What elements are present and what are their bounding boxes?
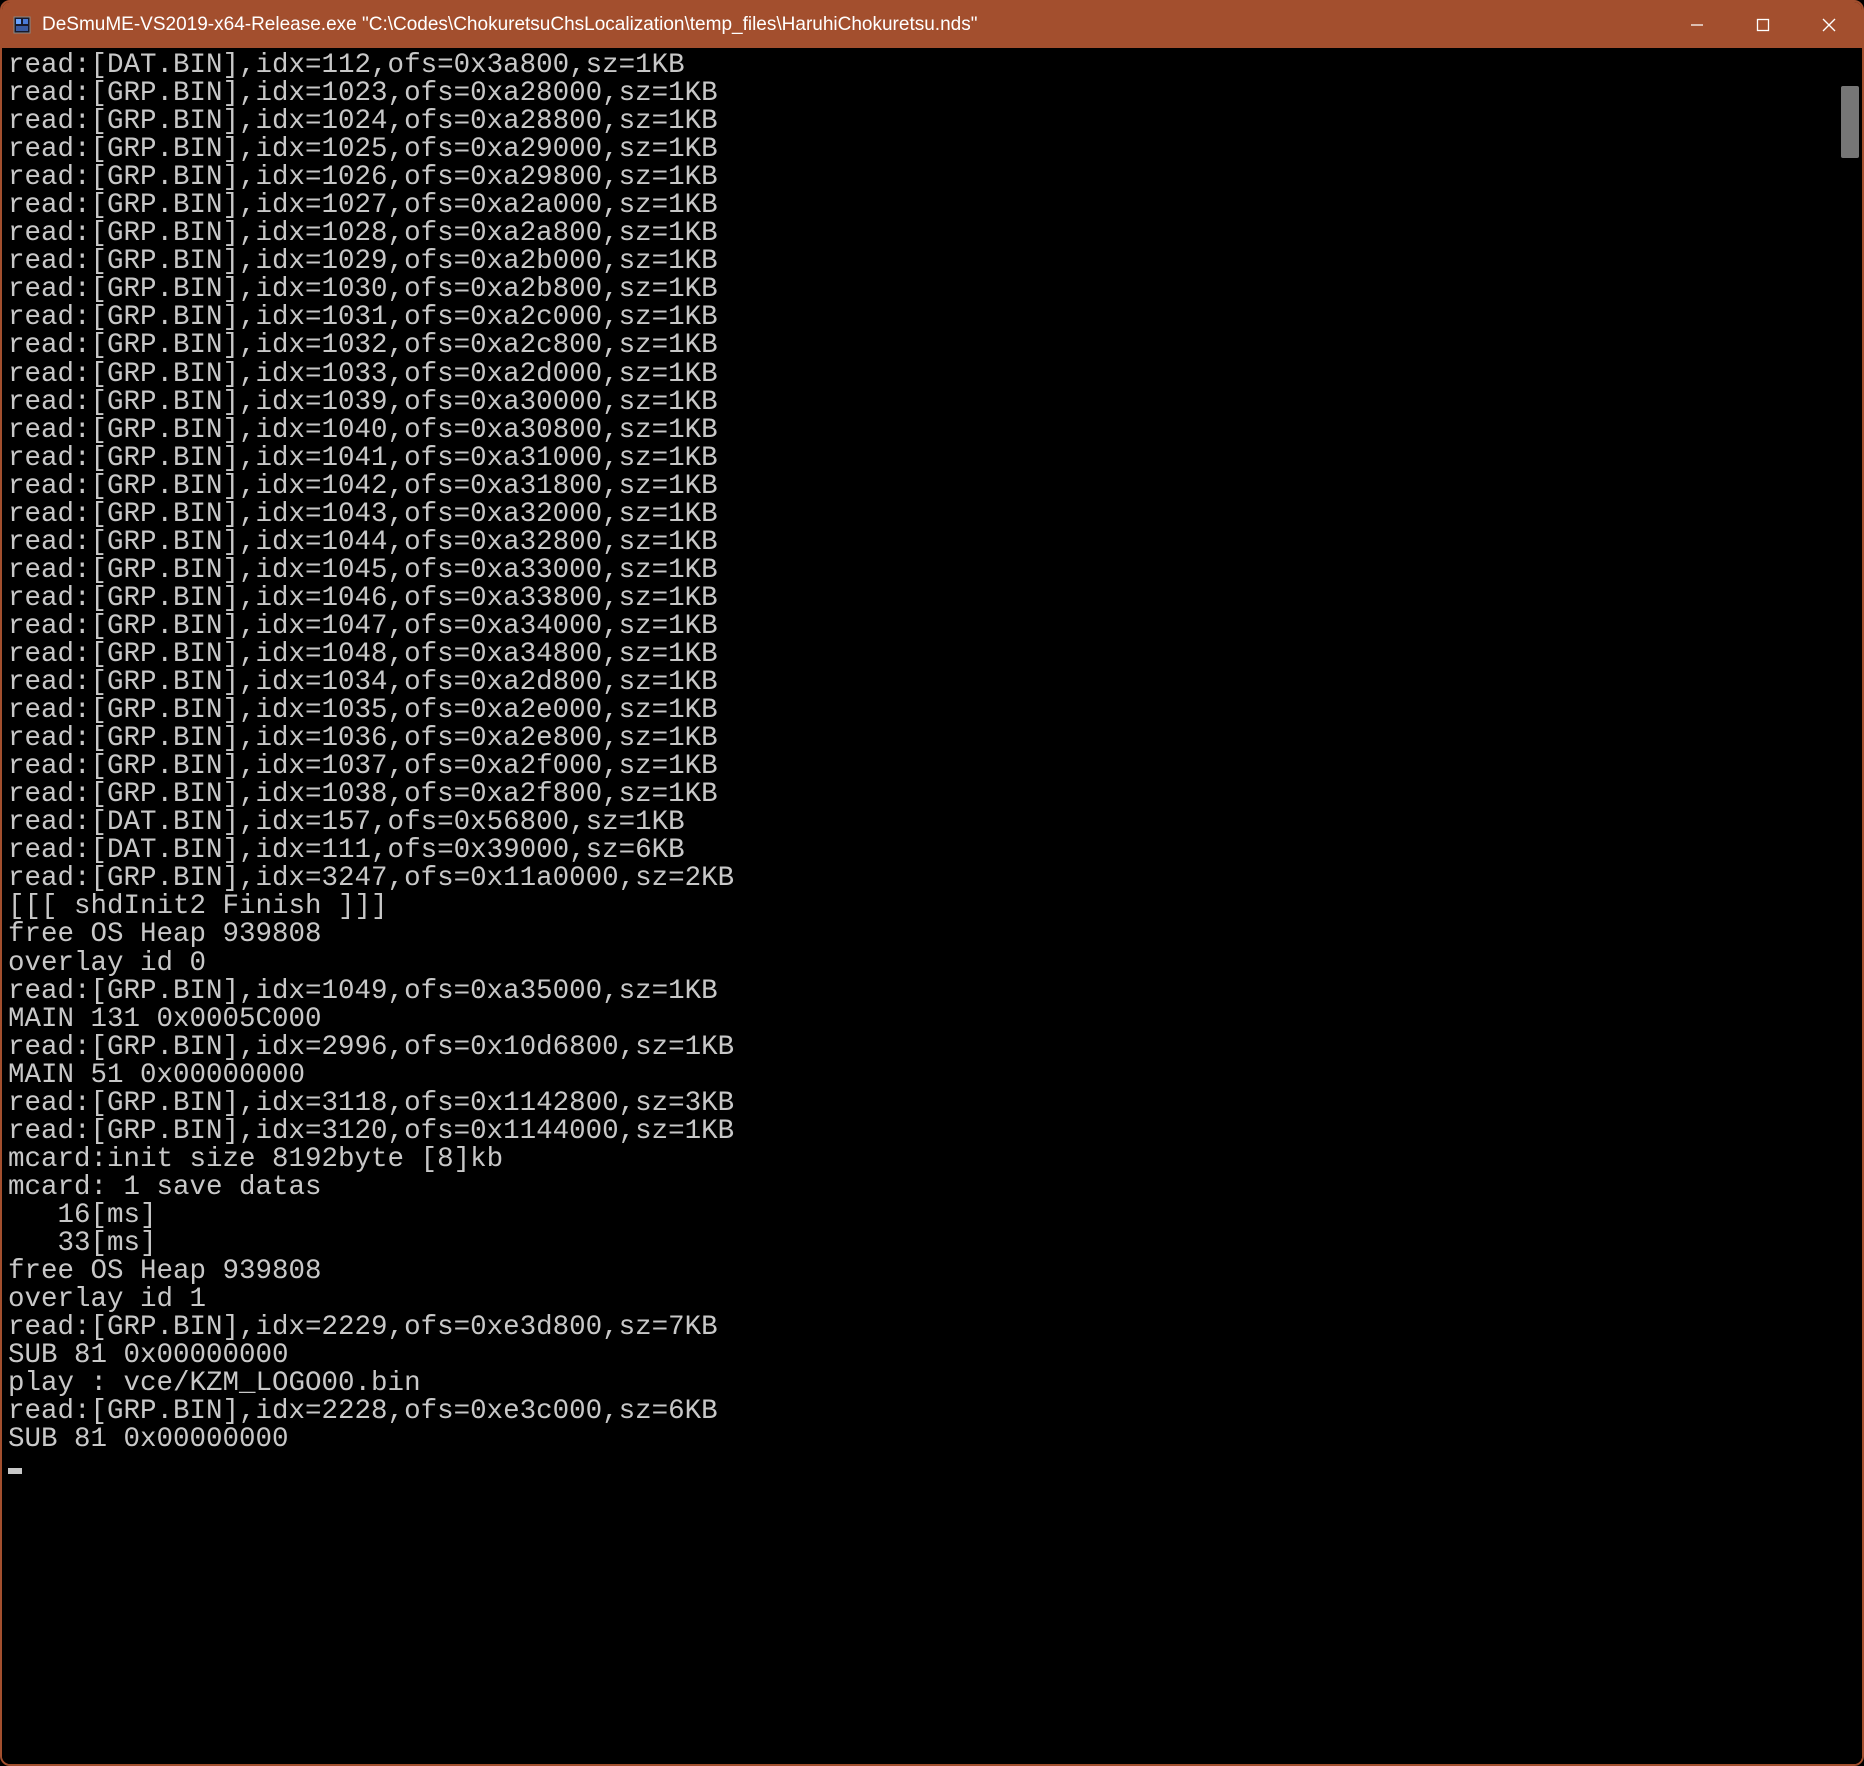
- console-line: read:[GRP.BIN],idx=1040,ofs=0xa30800,sz=…: [8, 417, 1832, 445]
- console-line: read:[DAT.BIN],idx=111,ofs=0x39000,sz=6K…: [8, 837, 1832, 865]
- console-line: read:[GRP.BIN],idx=1033,ofs=0xa2d000,sz=…: [8, 361, 1832, 389]
- console-line: read:[GRP.BIN],idx=1042,ofs=0xa31800,sz=…: [8, 473, 1832, 501]
- console-line: read:[DAT.BIN],idx=112,ofs=0x3a800,sz=1K…: [8, 52, 1832, 80]
- console-line: read:[GRP.BIN],idx=1025,ofs=0xa29000,sz=…: [8, 136, 1832, 164]
- console-line: SUB 81 0x00000000: [8, 1426, 1832, 1454]
- text-cursor: [8, 1468, 22, 1474]
- console-line: read:[GRP.BIN],idx=1024,ofs=0xa28800,sz=…: [8, 108, 1832, 136]
- window-title: DeSmuME-VS2019-x64-Release.exe "C:\Codes…: [42, 14, 1664, 36]
- console-line: mcard:init size 8192byte [8]kb: [8, 1146, 1832, 1174]
- console-area: read:[DAT.BIN],idx=112,ofs=0x3a800,sz=1K…: [2, 48, 1862, 1764]
- console-line: read:[GRP.BIN],idx=1039,ofs=0xa30000,sz=…: [8, 389, 1832, 417]
- console-line: MAIN 131 0x0005C000: [8, 1006, 1832, 1034]
- console-line: 16[ms]: [8, 1202, 1832, 1230]
- console-cursor-line: [8, 1454, 1832, 1482]
- console-line: read:[GRP.BIN],idx=3120,ofs=0x1144000,sz…: [8, 1118, 1832, 1146]
- console-line: read:[GRP.BIN],idx=1045,ofs=0xa33000,sz=…: [8, 557, 1832, 585]
- console-line: read:[GRP.BIN],idx=2228,ofs=0xe3c000,sz=…: [8, 1398, 1832, 1426]
- console-line: read:[GRP.BIN],idx=1034,ofs=0xa2d800,sz=…: [8, 669, 1832, 697]
- console-line: read:[GRP.BIN],idx=1037,ofs=0xa2f000,sz=…: [8, 753, 1832, 781]
- console-line: read:[GRP.BIN],idx=1048,ofs=0xa34800,sz=…: [8, 641, 1832, 669]
- console-line: read:[GRP.BIN],idx=1028,ofs=0xa2a800,sz=…: [8, 220, 1832, 248]
- application-window: DeSmuME-VS2019-x64-Release.exe "C:\Codes…: [0, 0, 1864, 1766]
- console-line: [[[ shdInit2 Finish ]]]: [8, 893, 1832, 921]
- console-line: read:[GRP.BIN],idx=1026,ofs=0xa29800,sz=…: [8, 164, 1832, 192]
- vertical-scrollbar[interactable]: [1838, 48, 1862, 1764]
- console-line: SUB 81 0x00000000: [8, 1342, 1832, 1370]
- console-line: read:[GRP.BIN],idx=1035,ofs=0xa2e000,sz=…: [8, 697, 1832, 725]
- close-button[interactable]: [1796, 2, 1862, 48]
- console-line: read:[GRP.BIN],idx=1043,ofs=0xa32000,sz=…: [8, 501, 1832, 529]
- console-line: read:[GRP.BIN],idx=1044,ofs=0xa32800,sz=…: [8, 529, 1832, 557]
- console-line: read:[GRP.BIN],idx=1031,ofs=0xa2c000,sz=…: [8, 304, 1832, 332]
- console-line: overlay id 1: [8, 1286, 1832, 1314]
- window-controls: [1664, 2, 1862, 48]
- console-line: 33[ms]: [8, 1230, 1832, 1258]
- titlebar[interactable]: DeSmuME-VS2019-x64-Release.exe "C:\Codes…: [2, 2, 1862, 48]
- console-line: read:[GRP.BIN],idx=1038,ofs=0xa2f800,sz=…: [8, 781, 1832, 809]
- console-line: read:[GRP.BIN],idx=2229,ofs=0xe3d800,sz=…: [8, 1314, 1832, 1342]
- console-line: read:[GRP.BIN],idx=1036,ofs=0xa2e800,sz=…: [8, 725, 1832, 753]
- console-line: read:[GRP.BIN],idx=1027,ofs=0xa2a000,sz=…: [8, 192, 1832, 220]
- console-line: read:[GRP.BIN],idx=1049,ofs=0xa35000,sz=…: [8, 978, 1832, 1006]
- console-line: play : vce/KZM_LOGO00.bin: [8, 1370, 1832, 1398]
- console-line: read:[GRP.BIN],idx=1030,ofs=0xa2b800,sz=…: [8, 276, 1832, 304]
- console-line: mcard: 1 save datas: [8, 1174, 1832, 1202]
- console-line: read:[GRP.BIN],idx=2996,ofs=0x10d6800,sz…: [8, 1034, 1832, 1062]
- maximize-button[interactable]: [1730, 2, 1796, 48]
- console-line: read:[GRP.BIN],idx=3118,ofs=0x1142800,sz…: [8, 1090, 1832, 1118]
- console-line: read:[GRP.BIN],idx=1046,ofs=0xa33800,sz=…: [8, 585, 1832, 613]
- console-line: MAIN 51 0x00000000: [8, 1062, 1832, 1090]
- console-line: free OS Heap 939808: [8, 921, 1832, 949]
- console-line: read:[DAT.BIN],idx=157,ofs=0x56800,sz=1K…: [8, 809, 1832, 837]
- console-line: read:[GRP.BIN],idx=1023,ofs=0xa28000,sz=…: [8, 80, 1832, 108]
- app-icon: [12, 15, 32, 35]
- console-line: read:[GRP.BIN],idx=1047,ofs=0xa34000,sz=…: [8, 613, 1832, 641]
- scroll-thumb[interactable]: [1841, 86, 1859, 158]
- console-line: read:[GRP.BIN],idx=1041,ofs=0xa31000,sz=…: [8, 445, 1832, 473]
- console-line: free OS Heap 939808: [8, 1258, 1832, 1286]
- console-output[interactable]: read:[DAT.BIN],idx=112,ofs=0x3a800,sz=1K…: [2, 48, 1838, 1764]
- minimize-button[interactable]: [1664, 2, 1730, 48]
- console-line: read:[GRP.BIN],idx=1029,ofs=0xa2b000,sz=…: [8, 248, 1832, 276]
- console-line: overlay id 0: [8, 950, 1832, 978]
- console-line: read:[GRP.BIN],idx=3247,ofs=0x11a0000,sz…: [8, 865, 1832, 893]
- console-line: read:[GRP.BIN],idx=1032,ofs=0xa2c800,sz=…: [8, 332, 1832, 360]
